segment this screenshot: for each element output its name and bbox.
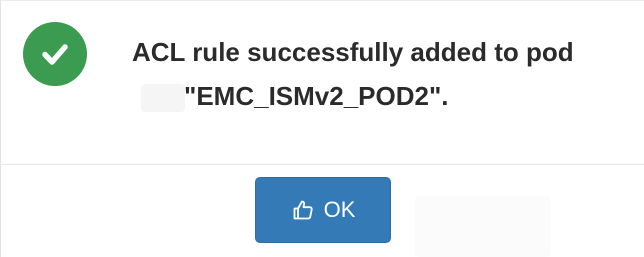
footer-divider [1,164,644,165]
notification-message: ACL rule successfully added to pod "EMC_… [132,30,644,118]
hidden-secondary-button [415,196,551,257]
notification-dialog: ACL rule successfully added to pod "EMC_… [0,0,644,257]
redaction-mark [141,84,185,112]
message-line-1: ACL rule successfully added to pod [132,37,574,67]
ok-button[interactable]: OK [255,177,391,243]
top-border [1,0,644,1]
check-circle-icon [23,22,87,86]
message-line-2: "EMC_ISMv2_POD2". [184,81,449,111]
ok-button-label: OK [323,197,356,222]
thumbs-up-icon [291,198,315,222]
